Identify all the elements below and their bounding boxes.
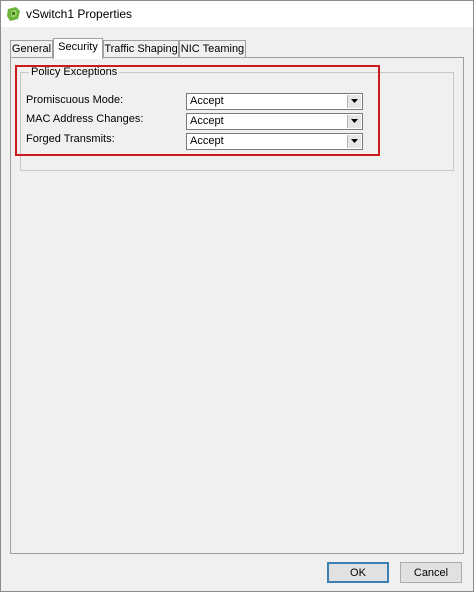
mac-address-changes-dropdown-button[interactable] <box>347 115 361 128</box>
ok-button[interactable]: OK <box>327 562 389 583</box>
mac-address-changes-value: Accept <box>190 115 224 127</box>
chevron-down-icon <box>351 139 358 143</box>
mac-address-changes-select[interactable]: Accept <box>186 113 363 130</box>
forged-transmits-dropdown-button[interactable] <box>347 135 361 148</box>
promiscuous-mode-value: Accept <box>190 95 224 107</box>
tab-nic-teaming[interactable]: NIC Teaming <box>179 40 246 57</box>
cancel-button[interactable]: Cancel <box>400 562 462 583</box>
tab-security[interactable]: Security <box>53 38 103 59</box>
chevron-down-icon <box>351 99 358 103</box>
forged-transmits-value: Accept <box>190 135 224 147</box>
forged-transmits-label: Forged Transmits: <box>26 133 115 145</box>
policy-exceptions-legend: Policy Exceptions <box>29 65 120 79</box>
mac-address-changes-label: MAC Address Changes: <box>26 113 144 125</box>
window-title: vSwitch1 Properties <box>26 7 133 21</box>
tab-traffic-shaping[interactable]: Traffic Shaping <box>103 40 179 57</box>
forged-transmits-select[interactable]: Accept <box>186 133 363 150</box>
chevron-down-icon <box>351 119 358 123</box>
promiscuous-mode-label: Promiscuous Mode: <box>26 94 124 106</box>
vmware-vswitch-icon <box>6 6 22 22</box>
promiscuous-mode-dropdown-button[interactable] <box>347 95 361 108</box>
title-bar[interactable]: vSwitch1 Properties <box>1 1 473 27</box>
properties-dialog: vSwitch1 Properties General Security Tra… <box>0 0 474 592</box>
promiscuous-mode-select[interactable]: Accept <box>186 93 363 110</box>
tab-general[interactable]: General <box>10 40 53 57</box>
